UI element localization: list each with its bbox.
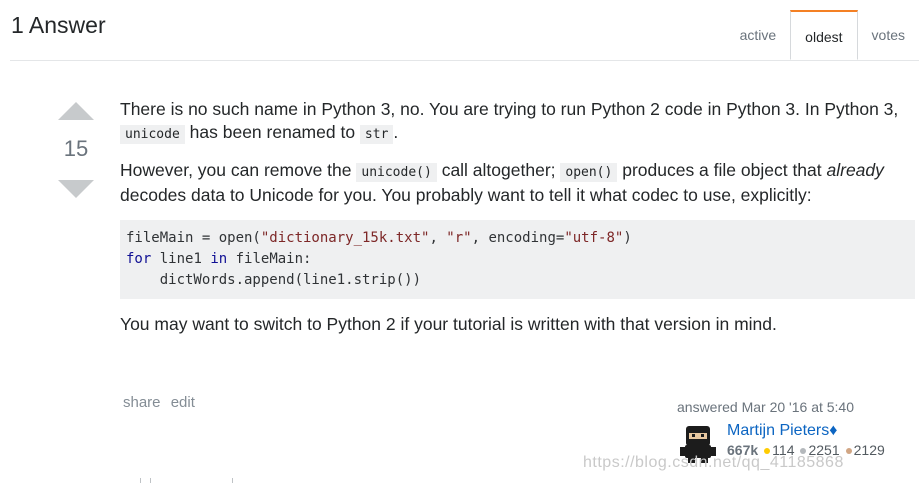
bronze-badge-count: 2129 — [853, 442, 885, 458]
code-token: fileMain: — [227, 251, 312, 267]
answer-body: There is no such name in Python 3, no. Y… — [120, 98, 915, 349]
user-name-link[interactable]: Martijn Pieters — [727, 422, 829, 439]
code-block[interactable]: fileMain = open("dictionary_15k.txt", "r… — [120, 220, 915, 299]
downvote-arrow-icon[interactable] — [58, 180, 94, 198]
answer-paragraph-1: There is no such name in Python 3, no. Y… — [120, 98, 915, 146]
code-token: , — [429, 230, 447, 246]
answer-paragraph-2: However, you can remove the unicode() ca… — [120, 159, 915, 207]
code-string: "utf-8" — [564, 230, 624, 246]
code-string: "dictionary_15k.txt" — [260, 230, 430, 246]
user-details: Martijn Pieters♦ 667k 114 2251 2129 — [727, 422, 885, 458]
code-keyword: in — [210, 251, 228, 267]
text-span: produces a file object that — [617, 160, 827, 180]
answers-header: 1 Answer active oldest votes — [0, 0, 923, 62]
csdn-watermark: https://blog.csdn.net/qq_41185868 — [583, 454, 844, 471]
bronze-badge-icon — [845, 448, 852, 454]
text-span: call altogether; — [436, 160, 561, 180]
text-span: has been renamed to — [184, 122, 360, 142]
inline-code-unicode-call: unicode() — [356, 163, 437, 182]
vote-count: 15 — [63, 136, 89, 161]
text-span: decodes data to Unicode for you. You pro… — [120, 185, 812, 205]
text-span: . — [393, 122, 399, 142]
code-keyword: for — [126, 251, 152, 267]
code-token: , encoding= — [471, 230, 565, 246]
emphasis-already: already — [826, 160, 884, 180]
text-span: However, you can remove the — [120, 160, 357, 180]
user-signature: answered Mar 20 '16 at 5:40 Martijn Piet… — [677, 399, 917, 463]
edit-link[interactable]: edit — [171, 394, 195, 411]
code-token: line1 — [151, 251, 211, 267]
code-token: dictWords.append(line1.strip()) — [126, 272, 422, 288]
tab-votes[interactable]: votes — [858, 10, 919, 60]
answers-count-title: 1 Answer — [11, 12, 106, 38]
comments-cutoff-marks — [120, 478, 240, 483]
upvote-arrow-icon[interactable] — [58, 102, 94, 120]
code-string: "r" — [446, 230, 472, 246]
post-menu: share edit — [123, 394, 201, 411]
answered-time: answered Mar 20 '16 at 5:40 — [677, 399, 855, 415]
code-token: fileMain = open( — [126, 230, 261, 246]
sort-tabs: active oldest votes — [726, 10, 919, 61]
tab-oldest[interactable]: oldest — [790, 10, 858, 60]
vote-cell: 15 — [52, 102, 100, 198]
inline-code-unicode: unicode — [120, 125, 185, 144]
code-token: ) — [623, 230, 632, 246]
tab-active[interactable]: active — [726, 10, 791, 60]
header-divider — [10, 60, 919, 61]
moderator-diamond-icon: ♦ — [829, 422, 838, 439]
inline-code-open-call: open() — [560, 163, 618, 182]
answer-paragraph-3: You may want to switch to Python 2 if yo… — [120, 314, 777, 334]
share-link[interactable]: share — [123, 394, 161, 411]
inline-code-str: str — [359, 125, 394, 144]
text-span: There is no such name in Python 3, no. Y… — [120, 99, 899, 119]
